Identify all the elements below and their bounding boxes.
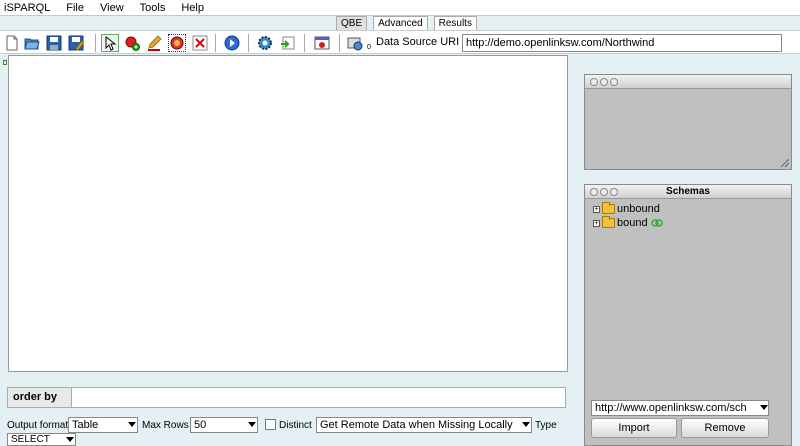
remote-data-select[interactable]: Get Remote Data when Missing Locally	[316, 417, 532, 433]
expand-icon[interactable]: +	[593, 219, 600, 227]
folder-icon	[602, 216, 615, 228]
schema-url-dropdown[interactable]	[758, 400, 770, 416]
tab-advanced[interactable]: Advanced	[373, 16, 428, 30]
distinct-label: Distinct	[279, 420, 312, 431]
type-label: Type	[535, 420, 557, 431]
import-icon[interactable]	[279, 34, 297, 52]
delete-icon[interactable]	[191, 34, 209, 52]
properties-panel	[584, 74, 792, 170]
save-icon[interactable]	[45, 34, 63, 52]
menu-help[interactable]: Help	[173, 2, 212, 14]
link-icon	[650, 219, 663, 227]
folder-icon	[602, 202, 615, 214]
new-icon[interactable]	[3, 34, 21, 52]
select-pointer-icon[interactable]	[101, 34, 119, 52]
schemas-title: Schemas	[666, 186, 710, 197]
toolbar: 0 Data Source URI	[0, 30, 800, 54]
menu-view[interactable]: View	[92, 2, 132, 14]
settings-icon[interactable]	[256, 34, 274, 52]
orderby-bar[interactable]: order by	[7, 387, 566, 408]
output-format-label: Output format	[7, 420, 69, 431]
datasource-count: 0	[367, 44, 371, 51]
open-icon[interactable]	[23, 34, 41, 52]
output-format-select[interactable]: Table	[68, 417, 138, 433]
orderby-label: order by	[8, 388, 72, 407]
chevron-down-icon	[522, 422, 530, 427]
maximize-icon[interactable]	[610, 78, 618, 86]
save-as-icon[interactable]	[67, 34, 85, 52]
menubar: iSPARQL File View Tools Help	[0, 0, 800, 16]
tab-results[interactable]: Results	[433, 16, 477, 30]
resize-handle-icon[interactable]	[781, 159, 789, 167]
tree-item-bound[interactable]: + bound	[593, 216, 663, 229]
menu-isparql[interactable]: iSPARQL	[0, 2, 58, 14]
connect-icon[interactable]	[168, 34, 186, 52]
canvas-corner-marker	[3, 60, 7, 65]
remove-button[interactable]: Remove	[681, 418, 769, 438]
chevron-down-icon	[248, 422, 256, 427]
expand-icon[interactable]: +	[593, 205, 600, 213]
chevron-down-icon	[760, 405, 768, 410]
chevron-down-icon	[66, 437, 74, 442]
run-icon[interactable]	[223, 34, 241, 52]
schemas-titlebar[interactable]: Schemas	[585, 185, 791, 199]
menu-tools[interactable]: Tools	[132, 2, 174, 14]
query-options: Output format Table Max Rows 50 Distinct…	[6, 417, 566, 433]
query-canvas[interactable]	[8, 55, 568, 372]
type-select[interactable]: SELECT	[7, 433, 76, 446]
panel-titlebar[interactable]	[585, 75, 791, 89]
minimize-icon[interactable]	[600, 78, 608, 86]
import-button[interactable]: Import	[591, 418, 677, 438]
datasource-uri-input[interactable]	[462, 34, 782, 52]
edit-pencil-icon[interactable]	[145, 34, 163, 52]
query-icon[interactable]	[313, 34, 331, 52]
add-node-icon[interactable]	[123, 34, 141, 52]
distinct-checkbox[interactable]	[265, 419, 276, 430]
max-rows-label: Max Rows	[142, 420, 189, 431]
tab-strip: QBE Advanced Results	[336, 16, 483, 30]
max-rows-select[interactable]: 50	[190, 417, 258, 433]
datasource-icon[interactable]	[346, 34, 364, 52]
menu-file[interactable]: File	[58, 2, 92, 14]
tree-item-unbound[interactable]: + unbound	[593, 202, 660, 215]
tab-qbe[interactable]: QBE	[336, 16, 368, 30]
chevron-down-icon	[128, 422, 136, 427]
close-icon[interactable]	[590, 78, 598, 86]
datasource-label: Data Source URI	[376, 36, 460, 48]
schema-url-input[interactable]: http://www.openlinksw.com/sch	[591, 400, 769, 416]
